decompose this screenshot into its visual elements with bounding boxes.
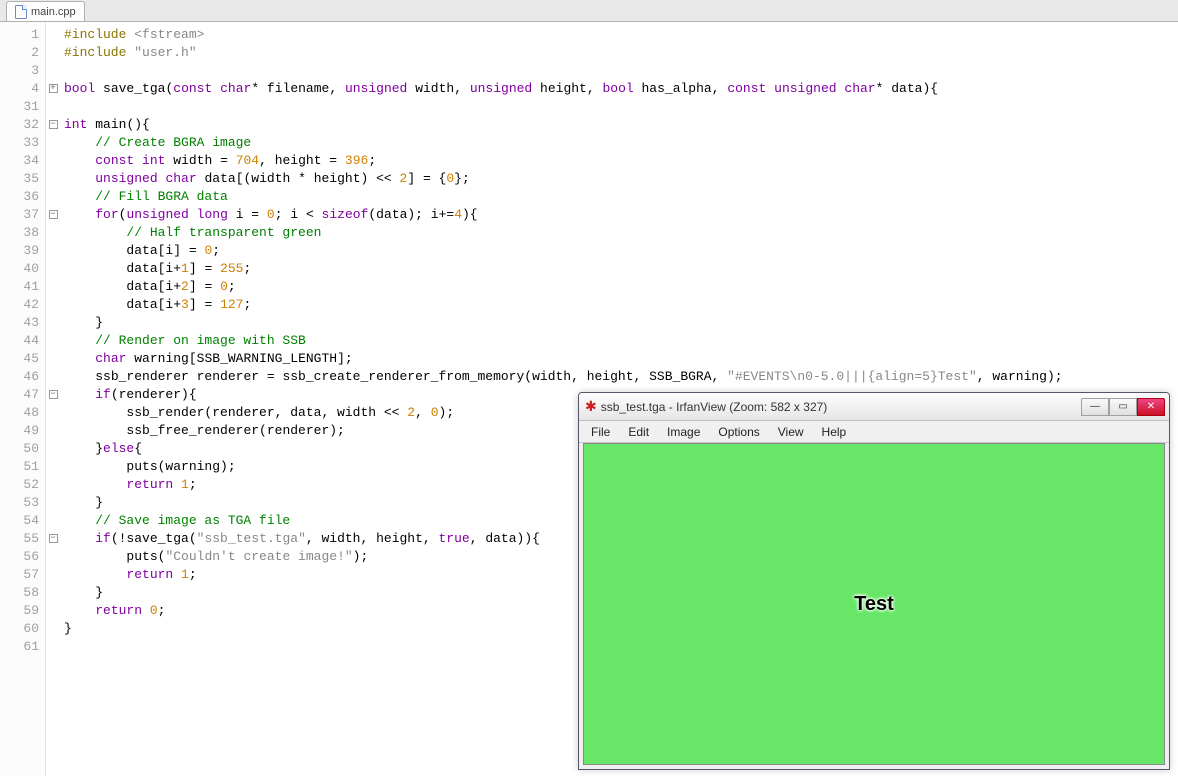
line-number-gutter: 1234313233343536373839404142434445464748… — [0, 22, 46, 776]
irfanview-icon: ✱ — [585, 398, 597, 415]
menu-image[interactable]: Image — [659, 423, 708, 441]
tab-filename: main.cpp — [31, 6, 76, 18]
menu-help[interactable]: Help — [814, 423, 855, 441]
menu-file[interactable]: File — [583, 423, 618, 441]
minimize-button[interactable]: — — [1081, 398, 1109, 416]
image-canvas: Test — [584, 444, 1164, 764]
menu-edit[interactable]: Edit — [620, 423, 657, 441]
image-canvas-frame: Test — [583, 443, 1165, 765]
menu-options[interactable]: Options — [710, 423, 767, 441]
window-controls: — ▭ ✕ — [1081, 398, 1165, 416]
image-viewer-window[interactable]: ✱ ssb_test.tga - IrfanView (Zoom: 582 x … — [578, 392, 1170, 770]
titlebar[interactable]: ✱ ssb_test.tga - IrfanView (Zoom: 582 x … — [579, 393, 1169, 421]
file-tab-main[interactable]: main.cpp — [6, 1, 85, 21]
window-title: ssb_test.tga - IrfanView (Zoom: 582 x 32… — [601, 400, 828, 414]
ide-window: main.cpp 1234313233343536373839404142434… — [0, 0, 1178, 776]
menu-view[interactable]: View — [770, 423, 812, 441]
tab-bar: main.cpp — [0, 0, 1178, 22]
rendered-text: Test — [854, 593, 894, 616]
close-button[interactable]: ✕ — [1137, 398, 1165, 416]
fold-column: +−−−− — [46, 22, 60, 776]
maximize-button[interactable]: ▭ — [1109, 398, 1137, 416]
file-icon — [15, 5, 27, 19]
menu-bar: FileEditImageOptionsViewHelp — [579, 421, 1169, 443]
